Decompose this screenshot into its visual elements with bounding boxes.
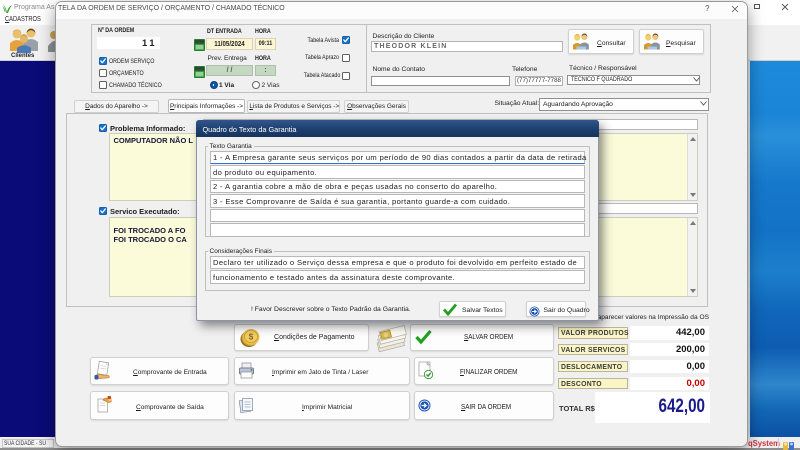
svg-text:$: $ bbox=[249, 332, 254, 341]
